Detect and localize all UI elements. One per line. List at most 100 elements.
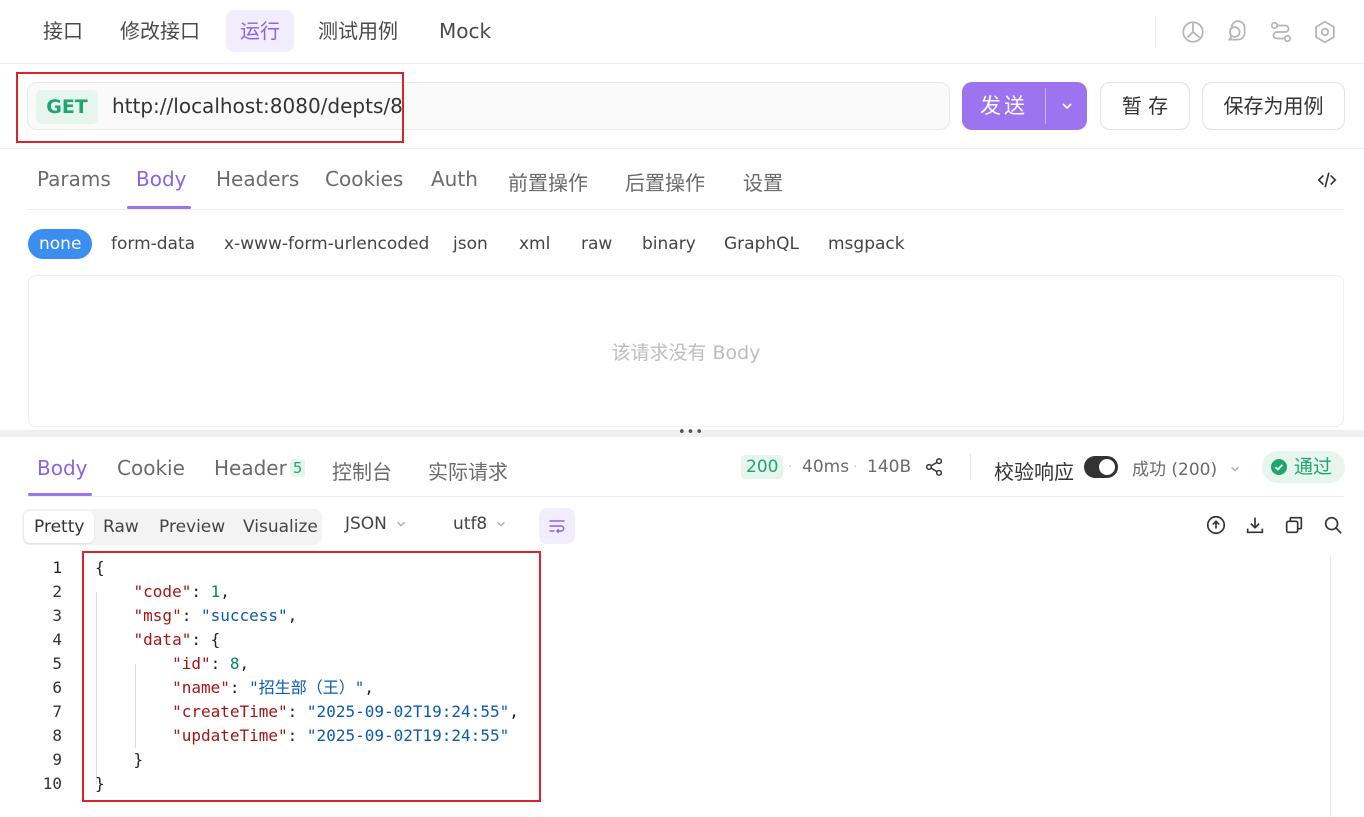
- code-scrollbar[interactable]: [1330, 556, 1331, 817]
- line-number: 10: [42, 774, 62, 793]
- settings-icon[interactable]: [1312, 19, 1338, 45]
- res-tab-header[interactable]: Header 5: [214, 456, 306, 480]
- code-icon[interactable]: [1316, 169, 1338, 191]
- req-tab-post-ops[interactable]: 后置操作: [625, 167, 705, 196]
- response-actions: [1205, 514, 1344, 536]
- pass-badge: 通过: [1262, 451, 1345, 483]
- body-type-form-data[interactable]: form-data: [111, 229, 195, 259]
- encoding-select-value: utf8: [453, 514, 488, 534]
- toggle-knob: [1099, 459, 1115, 475]
- req-tab-cookies[interactable]: Cookies: [325, 167, 403, 191]
- search-icon[interactable]: [1322, 514, 1344, 536]
- request-tabs: Params Body Headers Cookies Auth 前置操作 后置…: [0, 148, 1364, 210]
- res-tab-actual-request[interactable]: 实际请求: [428, 456, 508, 485]
- meta-separator: ·: [788, 459, 793, 475]
- check-circle-icon: [1271, 459, 1287, 475]
- code-text: "msg": "success",: [133, 606, 298, 625]
- chevron-down-icon: [1061, 103, 1072, 110]
- code-text: "name": "招生部（王）",: [172, 678, 375, 697]
- req-tab-body[interactable]: Body: [136, 167, 187, 191]
- send-dropdown-toggle[interactable]: [1046, 82, 1087, 130]
- code-text: "code": 1,: [133, 582, 230, 601]
- body-type-xml[interactable]: xml: [519, 229, 550, 259]
- chevron-down-icon: [1230, 466, 1239, 472]
- res-tab-header-label: Header: [214, 456, 287, 480]
- format-select-value: JSON: [345, 514, 387, 534]
- top-icon-group: [1155, 18, 1338, 46]
- res-tabs-divider: [28, 496, 1344, 497]
- history-icon[interactable]: [1180, 19, 1206, 45]
- body-type-json[interactable]: json: [453, 229, 488, 259]
- line-number: 4: [52, 630, 62, 649]
- pass-label: 通过: [1294, 456, 1333, 478]
- encoding-select[interactable]: utf8: [453, 514, 507, 534]
- req-tab-pre-ops[interactable]: 前置操作: [508, 167, 588, 196]
- line-number: 9: [52, 750, 62, 769]
- view-raw[interactable]: Raw: [103, 509, 139, 545]
- word-wrap-button[interactable]: [539, 508, 575, 544]
- drag-handle-icon[interactable]: •••: [678, 426, 704, 439]
- view-pretty[interactable]: Pretty: [24, 511, 95, 543]
- code-text: "createTime": "2025-09-02T19:24:55",: [172, 702, 519, 721]
- meta-separator: ·: [853, 459, 858, 475]
- tab-mock[interactable]: Mock: [425, 10, 505, 52]
- line-number: 7: [52, 702, 62, 721]
- tab-api[interactable]: 接口: [29, 10, 97, 52]
- save-as-case-button[interactable]: 保存为用例: [1202, 82, 1345, 130]
- view-preview[interactable]: Preview: [159, 509, 225, 545]
- code-text: "data": {: [133, 630, 221, 649]
- chevron-down-icon: [497, 521, 506, 527]
- copy-icon[interactable]: [1283, 514, 1305, 536]
- line-number: 5: [52, 654, 62, 673]
- body-type-msgpack[interactable]: msgpack: [828, 229, 905, 259]
- url-input[interactable]: http://localhost:8080/depts/8: [112, 83, 403, 129]
- req-tab-params[interactable]: Params: [37, 167, 111, 191]
- method-select[interactable]: GET: [36, 90, 98, 124]
- res-tab-body[interactable]: Body: [37, 456, 88, 480]
- body-type-graphql[interactable]: GraphQL: [724, 229, 799, 259]
- top-tab-bar: 接口 修改接口 运行 测试用例 Mock: [0, 0, 1364, 64]
- view-visualize[interactable]: Visualize: [243, 509, 318, 545]
- body-type-raw[interactable]: raw: [581, 229, 612, 259]
- body-type-none[interactable]: none: [28, 229, 93, 259]
- line-number: 1: [52, 558, 62, 577]
- code-text: "updateTime": "2025-09-02T19:24:55": [172, 726, 510, 745]
- res-tab-console[interactable]: 控制台: [332, 456, 392, 485]
- tab-run[interactable]: 运行: [226, 10, 294, 52]
- format-select[interactable]: JSON: [345, 514, 407, 534]
- result-select-value: 成功 (200): [1132, 460, 1218, 480]
- wrap-lines-icon: [549, 520, 565, 534]
- verify-response-label: 校验响应: [994, 460, 1074, 484]
- flow-icon[interactable]: [1268, 19, 1294, 45]
- response-time: 40ms: [802, 457, 850, 477]
- share-icon[interactable]: [924, 457, 944, 477]
- empty-body-message: 该请求没有 Body: [611, 342, 761, 364]
- view-mode-segment: Pretty Raw Preview Visualize: [22, 509, 322, 545]
- verify-response-toggle[interactable]: [1084, 456, 1118, 478]
- line-number: 8: [52, 726, 62, 745]
- body-type-binary[interactable]: binary: [642, 229, 696, 259]
- send-button[interactable]: 发送: [962, 82, 1087, 130]
- comment-icon[interactable]: [1224, 19, 1250, 45]
- tab-test-cases[interactable]: 测试用例: [304, 10, 412, 52]
- code-text: "id": 8,: [172, 654, 250, 673]
- req-tabs-divider: [27, 209, 1344, 210]
- code-text: }: [95, 750, 144, 769]
- save-draft-button[interactable]: 暂 存: [1100, 82, 1190, 130]
- response-size: 140B: [867, 457, 912, 477]
- res-tab-cookie[interactable]: Cookie: [117, 456, 185, 480]
- request-body-panel: 该请求没有 Body: [28, 275, 1344, 427]
- result-select[interactable]: 成功 (200): [1132, 455, 1241, 480]
- code-text: {: [95, 558, 105, 577]
- req-tab-auth[interactable]: Auth: [431, 167, 478, 191]
- upload-icon[interactable]: [1205, 514, 1227, 536]
- line-number: 3: [52, 606, 62, 625]
- code-text: }: [95, 774, 105, 793]
- tab-edit-api[interactable]: 修改接口: [106, 10, 214, 52]
- body-type-urlencoded[interactable]: x-www-form-urlencoded: [224, 229, 429, 259]
- line-number: 6: [52, 678, 62, 697]
- download-icon[interactable]: [1244, 514, 1266, 536]
- req-tab-settings[interactable]: 设置: [743, 167, 783, 196]
- req-tab-headers[interactable]: Headers: [216, 167, 299, 191]
- meta-vertical-divider: [970, 454, 971, 480]
